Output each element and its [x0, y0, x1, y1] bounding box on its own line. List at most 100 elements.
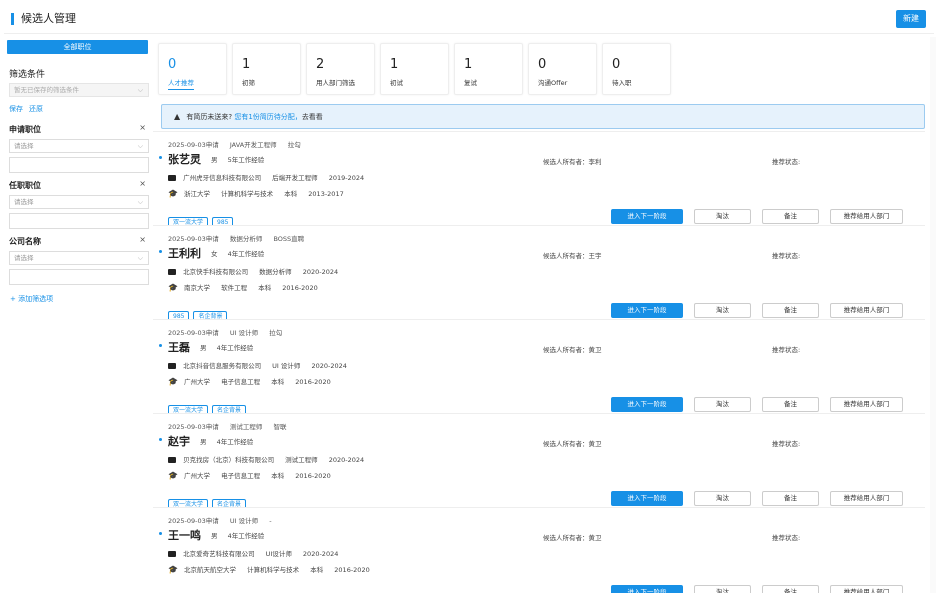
note-button[interactable]: 备注: [762, 585, 819, 593]
tab-offer[interactable]: 0 沟通Offer: [528, 43, 597, 95]
title-accent-bar: [11, 13, 14, 25]
work-history-row: 北京抖音信息服务有限公司 UI 设计师 2020-2024: [168, 360, 356, 370]
saved-filter-select[interactable]: 暂无已保存的筛选条件 ⌵: [9, 83, 149, 97]
tab-label: 沟通Offer: [538, 79, 568, 87]
reset-filter-link[interactable]: 还原: [29, 104, 43, 114]
education-row: 🎓 北京航天航空大学 计算机科学与技术 本科 2016-2020: [168, 564, 379, 574]
note-button[interactable]: 备注: [762, 491, 819, 506]
work-history-row: 北京快手科技有限公司 数据分析师 2020-2024: [168, 266, 347, 276]
candidate-card[interactable]: 2025-09-03申请 UI 设计师 拉勾 王磊 男 4年工作经验 北京抖音信…: [153, 319, 925, 417]
reject-button[interactable]: 淘汰: [694, 209, 751, 224]
close-icon[interactable]: ×: [139, 123, 146, 132]
next-stage-button[interactable]: 进入下一阶段: [611, 209, 683, 224]
school-name: 南京大学: [184, 284, 211, 292]
close-icon[interactable]: ×: [139, 235, 146, 244]
current-position-select[interactable]: 请选择 ⌵: [9, 195, 149, 209]
apply-date: 2025-09-03申请: [168, 517, 219, 525]
recommend-status: 推荐状态:: [772, 158, 801, 166]
gender: 女: [211, 250, 218, 258]
company-name: 北京快手科技有限公司: [183, 268, 249, 276]
next-stage-button[interactable]: 进入下一阶段: [611, 585, 683, 593]
tab-count: 0: [538, 57, 547, 72]
applied-position: JAVA开发工程师: [229, 141, 277, 149]
degree: 本科: [271, 378, 285, 386]
chevron-down-icon: ⌵: [137, 198, 143, 206]
briefcase-icon: [168, 551, 176, 557]
applied-position: UI 设计师: [229, 329, 259, 337]
reject-button[interactable]: 淘汰: [694, 491, 751, 506]
notice-link[interactable]: 您有1份简历待分配，: [234, 113, 301, 121]
tab-count: 2: [316, 57, 325, 72]
close-icon[interactable]: ×: [139, 179, 146, 188]
major: 电子信息工程: [221, 378, 261, 386]
candidate-card[interactable]: 2025-09-03申请 UI 设计师 - 王一鸣 男 4年工作经验 北京爱奇艺…: [153, 507, 925, 593]
work-years: 2020-2024: [302, 268, 339, 276]
briefcase-icon: [168, 363, 176, 369]
tab-second-interview[interactable]: 1 复试: [454, 43, 523, 95]
tab-initial-screen[interactable]: 1 初筛: [232, 43, 301, 95]
notice-text: 有简历未送来?: [186, 113, 233, 121]
gender: 男: [211, 532, 218, 540]
candidate-owner: 候选人所有者：黄卫: [543, 534, 602, 542]
chevron-down-icon: ⌵: [137, 254, 143, 262]
all-positions-button[interactable]: 全部职位: [7, 40, 148, 54]
next-stage-button[interactable]: 进入下一阶段: [611, 397, 683, 412]
current-position-input[interactable]: [9, 213, 149, 229]
candidate-owner: 候选人所有者：王宇: [543, 252, 602, 260]
note-button[interactable]: 备注: [762, 209, 819, 224]
tab-dept-screen[interactable]: 2 用人部门筛选: [306, 43, 375, 95]
education-years: 2016-2020: [282, 284, 318, 292]
recommend-to-dept-button[interactable]: 推荐给用人部门: [830, 491, 903, 506]
reject-button[interactable]: 淘汰: [694, 303, 751, 318]
active-tab-underline: [168, 89, 194, 90]
candidate-name[interactable]: 王磊: [168, 339, 190, 355]
tab-label: 待入职: [612, 79, 632, 87]
school-name: 北京航天航空大学: [184, 566, 237, 574]
notice-tail[interactable]: 去看看: [302, 113, 323, 121]
next-stage-button[interactable]: 进入下一阶段: [611, 491, 683, 506]
tab-first-interview[interactable]: 1 初试: [380, 43, 449, 95]
candidate-card[interactable]: 2025-09-03申请 数据分析师 BOSS直聘 王利利 女 4年工作经验 北…: [153, 225, 925, 323]
vertical-scrollbar[interactable]: [930, 37, 936, 593]
company-select[interactable]: 请选择 ⌵: [9, 251, 149, 265]
company-input[interactable]: [9, 269, 149, 285]
recommend-to-dept-button[interactable]: 推荐给用人部门: [830, 303, 903, 318]
graduation-cap-icon: 🎓: [168, 283, 178, 292]
reject-button[interactable]: 淘汰: [694, 585, 751, 593]
degree: 本科: [310, 566, 324, 574]
next-stage-button[interactable]: 进入下一阶段: [611, 303, 683, 318]
new-button[interactable]: 新建: [896, 10, 926, 28]
work-years: 2020-2024: [328, 456, 365, 464]
school-name: 广州大学: [184, 378, 211, 386]
filter-label-current-position: 任职职位: [9, 181, 41, 190]
reject-button[interactable]: 淘汰: [694, 397, 751, 412]
candidate-card[interactable]: 2025-09-03申请 测试工程师 智联 赵宇 男 4年工作经验 贝克找房（北…: [153, 413, 925, 511]
candidate-name[interactable]: 赵宇: [168, 433, 190, 449]
tab-pending-onboard[interactable]: 0 待入职: [602, 43, 671, 95]
job-role: 数据分析师: [259, 268, 292, 276]
company-name: 北京爱奇艺科技有限公司: [183, 550, 255, 558]
major: 电子信息工程: [221, 472, 261, 480]
applied-position-input[interactable]: [9, 157, 149, 173]
recommend-to-dept-button[interactable]: 推荐给用人部门: [830, 585, 903, 593]
candidate-name[interactable]: 王利利: [168, 245, 201, 261]
recommend-to-dept-button[interactable]: 推荐给用人部门: [830, 397, 903, 412]
tab-talent-recommend[interactable]: 0 人才推荐: [158, 43, 227, 95]
note-button[interactable]: 备注: [762, 397, 819, 412]
application-meta: 2025-09-03申请 UI 设计师 -: [168, 515, 281, 525]
gender: 男: [211, 156, 218, 164]
candidate-card[interactable]: 2025-09-03申请 JAVA开发工程师 拉勾 张艺灵 男 5年工作经验 广…: [153, 131, 925, 229]
candidate-name[interactable]: 张艺灵: [168, 151, 201, 167]
degree: 本科: [258, 284, 272, 292]
save-filter-link[interactable]: 保存: [9, 104, 23, 114]
candidate-name[interactable]: 王一鸣: [168, 527, 201, 543]
recommend-to-dept-button[interactable]: 推荐给用人部门: [830, 209, 903, 224]
graduation-cap-icon: 🎓: [168, 189, 178, 198]
candidate-owner: 候选人所有者：李利: [543, 158, 602, 166]
add-filter-link[interactable]: + 添加筛选项: [10, 294, 53, 304]
application-meta: 2025-09-03申请 UI 设计师 拉勾: [168, 327, 291, 337]
recommend-status: 推荐状态:: [772, 440, 801, 448]
note-button[interactable]: 备注: [762, 303, 819, 318]
applied-position-select[interactable]: 请选择 ⌵: [9, 139, 149, 153]
filter-title: 筛选条件: [9, 70, 46, 80]
